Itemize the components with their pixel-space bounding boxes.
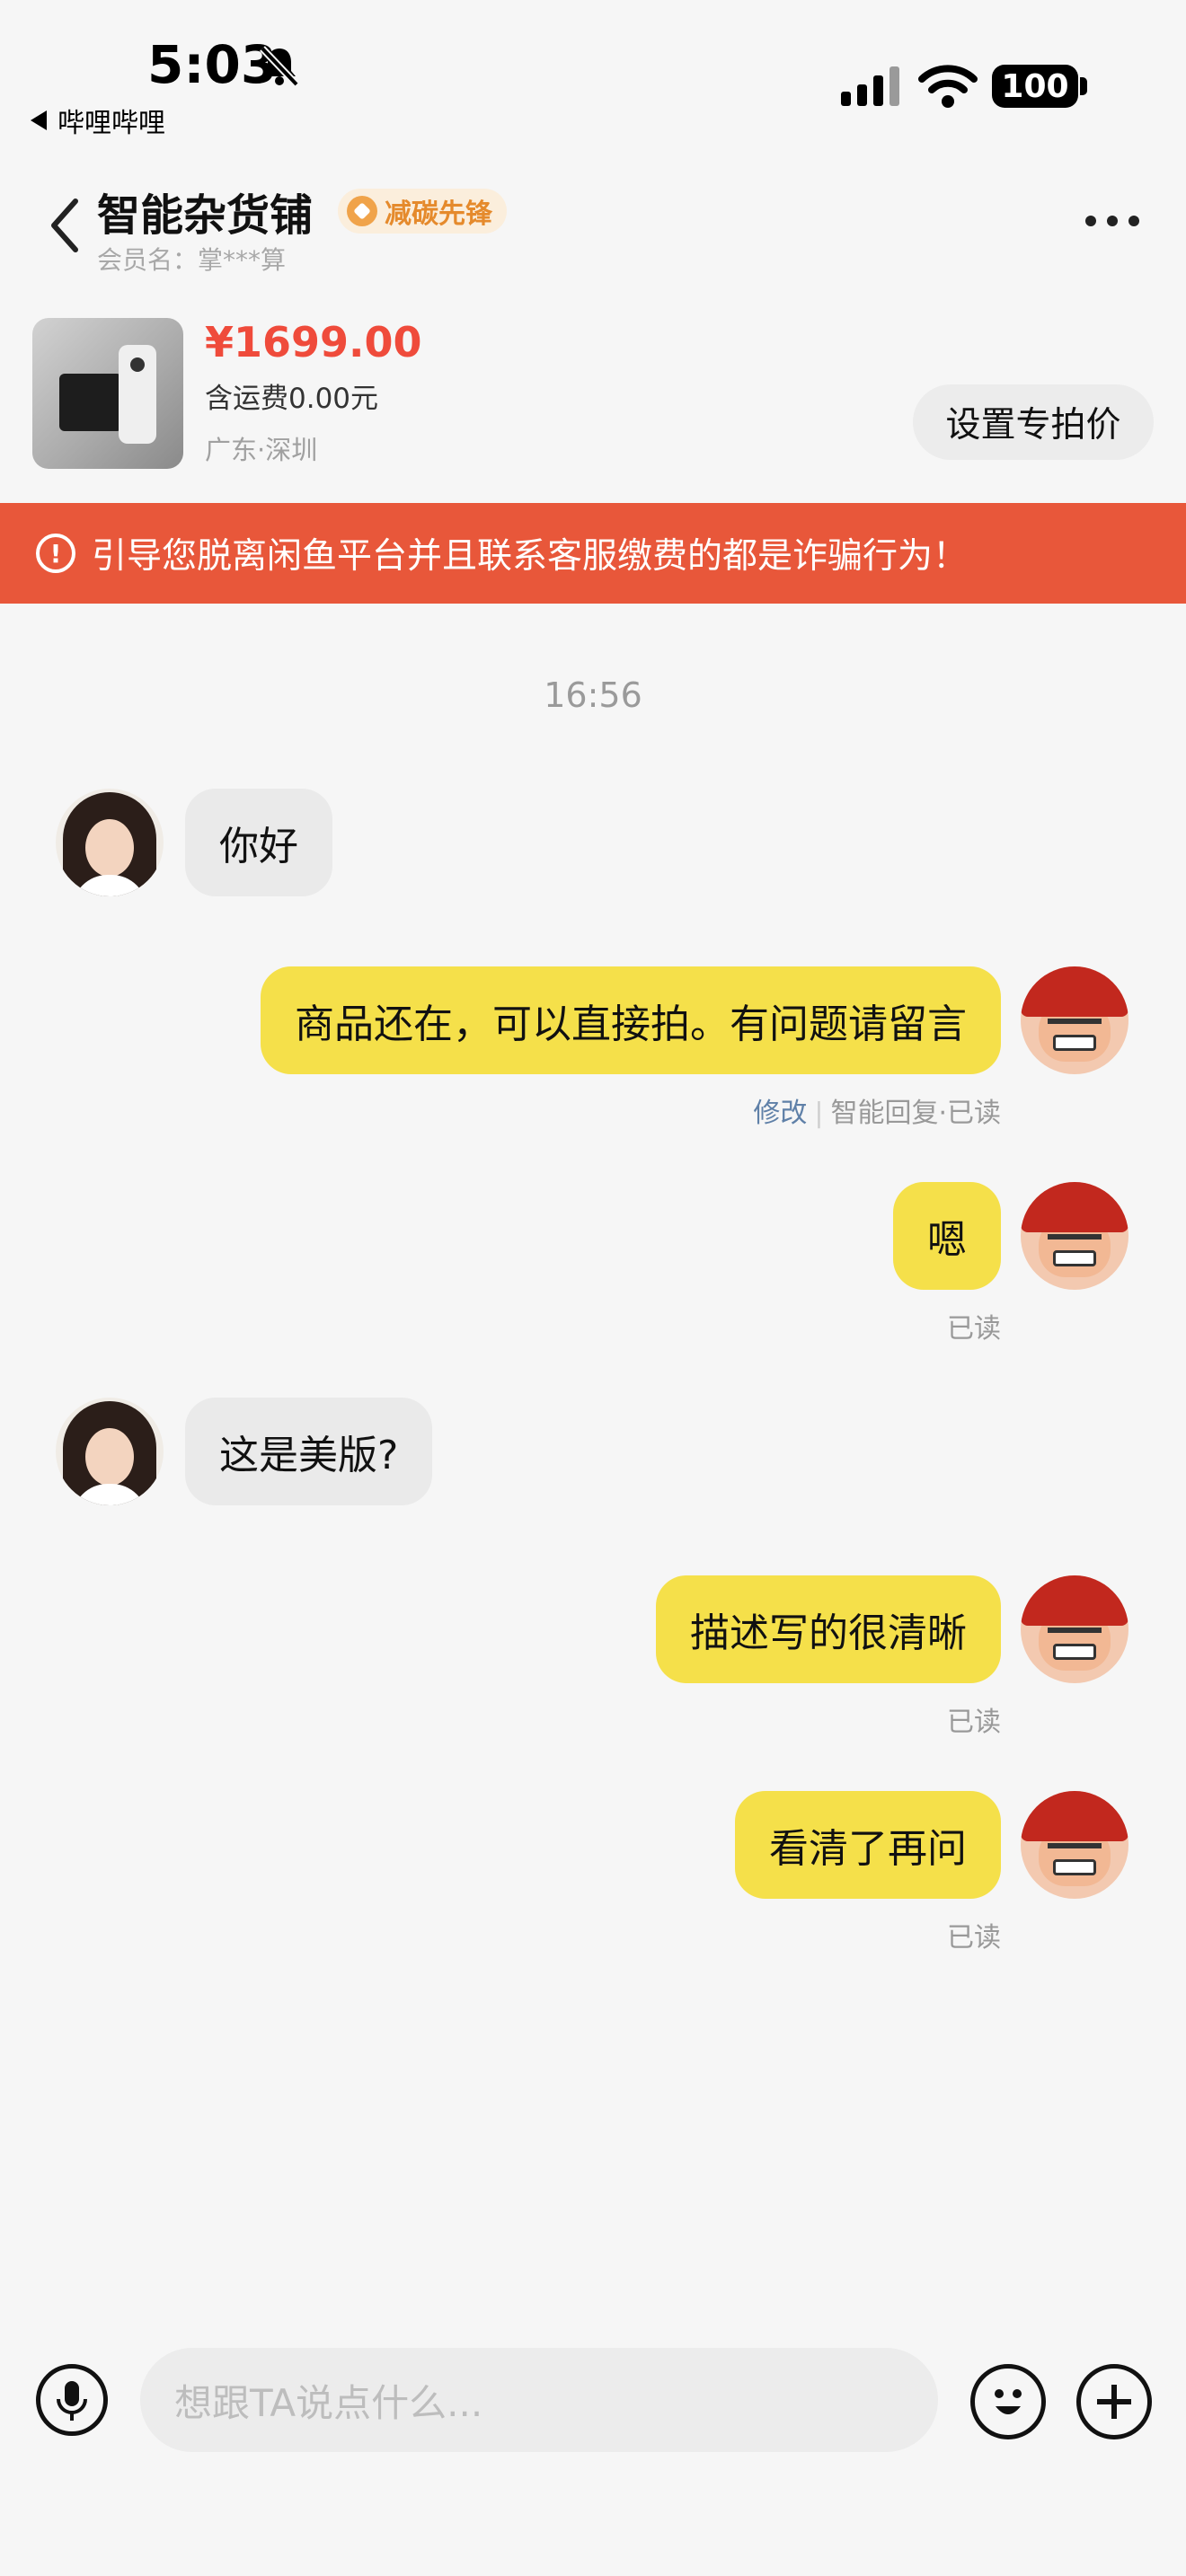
buyer-avatar[interactable] <box>56 789 164 896</box>
product-price: ¥1699.00 <box>205 318 422 366</box>
emoji-icon[interactable] <box>970 2364 1046 2439</box>
more-icon[interactable] <box>1085 216 1139 226</box>
chat-timestamp: 16:56 <box>544 675 642 715</box>
microphone-icon[interactable] <box>36 2364 108 2436</box>
back-app-label: 哔哩哔哩 <box>58 108 165 139</box>
cellular-signal-icon <box>841 66 899 106</box>
battery-icon: 100 <box>992 65 1078 108</box>
my-avatar[interactable] <box>1021 1182 1128 1290</box>
badge-label: 减碳先锋 <box>385 198 492 230</box>
wifi-icon <box>918 65 978 108</box>
message-bubble-outgoing[interactable]: 看清了再问 <box>735 1791 1001 1899</box>
message-status: 已读 <box>947 1922 1001 1954</box>
bell-muted-icon <box>260 46 299 87</box>
back-to-app-link[interactable]: 哔哩哔哩 <box>31 101 165 140</box>
my-avatar[interactable] <box>1021 1791 1128 1899</box>
product-location: 广东·深圳 <box>205 435 318 465</box>
message-status: 已读 <box>947 1313 1001 1345</box>
message-bubble-outgoing[interactable]: 商品还在，可以直接拍。有问题请留言 <box>261 966 1001 1074</box>
message-status: 智能回复·已读 <box>830 1098 1001 1129</box>
my-avatar[interactable] <box>1021 1575 1128 1683</box>
battery-tip <box>1080 77 1087 95</box>
battery-level: 100 <box>1001 67 1069 105</box>
back-triangle-icon <box>31 110 47 130</box>
edit-reply-link[interactable]: 修改 <box>753 1098 807 1129</box>
message-input[interactable]: 想跟TA说点什么... <box>140 2348 938 2452</box>
message-bubble-incoming[interactable]: 你好 <box>185 789 332 896</box>
chevron-left-icon[interactable] <box>47 196 83 255</box>
warning-text: 引导您脱离闲鱼平台并且联系客服缴费的都是诈骗行为！ <box>92 536 969 577</box>
message-bubble-outgoing[interactable]: 描述写的很清晰 <box>656 1575 1001 1683</box>
member-name: 会员名：掌***算 <box>97 245 287 275</box>
buyer-avatar[interactable] <box>56 1398 164 1505</box>
alert-icon: ! <box>36 534 75 573</box>
leaf-badge-icon <box>347 196 377 226</box>
message-meta: 修改 | 智能回复·已读 <box>753 1098 1001 1129</box>
shipping-fee: 含运费0.00元 <box>205 383 379 415</box>
fraud-warning-banner: ! 引导您脱离闲鱼平台并且联系客服缴费的都是诈骗行为！ <box>0 503 1186 604</box>
shop-name[interactable]: 智能杂货铺 <box>97 180 313 243</box>
message-bubble-incoming[interactable]: 这是美版? <box>185 1398 433 1505</box>
set-special-price-button[interactable]: 设置专拍价 <box>913 384 1154 460</box>
message-status: 已读 <box>947 1707 1001 1738</box>
plus-icon[interactable] <box>1076 2364 1152 2439</box>
my-avatar[interactable] <box>1021 966 1128 1074</box>
product-thumbnail[interactable] <box>32 318 183 469</box>
eco-badge[interactable]: 减碳先锋 <box>338 189 507 234</box>
message-bubble-outgoing[interactable]: 嗯 <box>893 1182 1001 1290</box>
